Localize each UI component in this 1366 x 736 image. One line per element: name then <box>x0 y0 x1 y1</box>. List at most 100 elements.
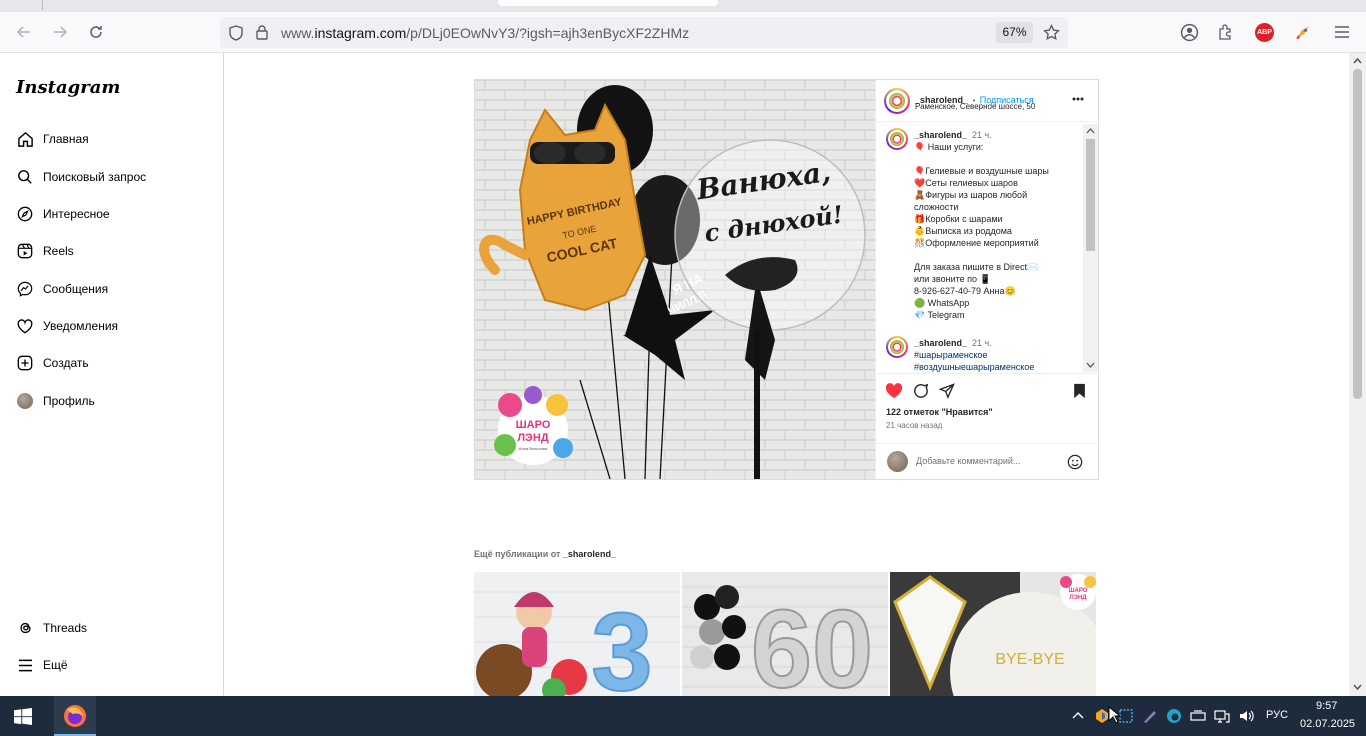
caption-line: 🎈Гелиевые и воздушные шары <box>914 166 1049 176</box>
scroll-down-icon[interactable] <box>1086 362 1095 369</box>
windows-start-icon[interactable] <box>14 708 32 725</box>
firefox-taskbar-button[interactable] <box>54 696 96 736</box>
comment-time: 21 ч. <box>972 338 992 348</box>
grid-text-1: 3 <box>591 591 652 696</box>
threads-icon <box>16 619 34 637</box>
emoji-icon[interactable] <box>1067 454 1083 470</box>
caption-scroll-thumb[interactable] <box>1086 139 1095 251</box>
edge-icon[interactable] <box>1166 708 1182 724</box>
zoom-level[interactable]: 67% <box>996 22 1033 43</box>
sidebar-item-profile[interactable]: Профиль <box>16 389 95 413</box>
avatar <box>16 392 34 410</box>
active-tab[interactable] <box>498 0 718 6</box>
caption-line: ❤️Сеты гелиевых шаров <box>914 178 1018 188</box>
url-text[interactable]: www.instagram.com/p/DLj0EOwNvY3/?igsh=aj… <box>281 25 689 41</box>
more-options-icon[interactable] <box>1072 97 1084 101</box>
post-photo[interactable]: HAPPY BIRTHDAY TO ONE COOL CAT Я НА ЧИЛЛ… <box>475 80 875 479</box>
more-posts-username[interactable]: _sharolend_ <box>563 549 616 559</box>
scroll-up-icon[interactable] <box>1086 127 1095 134</box>
pen-icon[interactable] <box>1142 708 1158 724</box>
tab-separator <box>42 0 43 10</box>
arrow-right-icon <box>54 26 68 38</box>
caption-line: 🧸Фигуры из шаров любой <box>914 190 1028 200</box>
comment-username[interactable]: _sharolend_ <box>914 338 967 348</box>
volume-icon[interactable] <box>1238 708 1254 724</box>
shield-icon[interactable] <box>228 25 244 41</box>
sidebar-item-reels[interactable]: Reels <box>16 239 74 263</box>
caption-scrollbar[interactable] <box>1083 124 1098 372</box>
grid-photo-3: BYE-BYE ШАРО ЛЭНД <box>890 572 1096 696</box>
arrow-left-icon <box>16 26 30 38</box>
comment-avatar[interactable] <box>886 336 908 358</box>
home-icon <box>16 130 34 148</box>
caption-username[interactable]: _sharolend_ <box>914 130 967 140</box>
instagram-logo[interactable]: Instagram <box>16 77 120 98</box>
grid-post-3[interactable]: BYE-BYE ШАРО ЛЭНД <box>890 572 1096 696</box>
sidebar-item-explore[interactable]: Интересное <box>16 202 110 226</box>
sidebar-item-messages[interactable]: Сообщения <box>16 277 108 301</box>
tray-overflow-icon[interactable] <box>1072 711 1084 719</box>
sidebar-item-search[interactable]: Поисковый запрос <box>16 165 146 189</box>
caption-line: 🟢 WhatsApp <box>914 298 970 308</box>
snipping-tool-icon[interactable] <box>1118 708 1134 724</box>
add-comment-bar: Добавьте комментарий... <box>876 443 1099 479</box>
like-heart-icon[interactable] <box>885 383 903 399</box>
hamburger-menu-icon[interactable] <box>1334 25 1350 39</box>
sidebar-item-label: Главная <box>43 132 89 146</box>
adblock-plus-icon[interactable]: ABP <box>1255 23 1274 42</box>
comment-input[interactable]: Добавьте комментарий... <box>916 456 1020 466</box>
hashtag-link[interactable]: #шарыраменское <box>914 350 987 360</box>
back-button[interactable] <box>12 20 36 44</box>
grid-post-1[interactable]: 3 <box>474 572 680 696</box>
bookmark-star-icon[interactable] <box>1043 24 1060 41</box>
clock-date[interactable]: 02.07.2025 <box>1300 718 1355 730</box>
grid-logo-2: ЛЭНД <box>1069 595 1087 601</box>
saved-bookmark-icon[interactable] <box>1073 383 1086 399</box>
tab-strip <box>0 0 1366 12</box>
caption-line: Для заказа пишите в Direct✉️ <box>914 262 1039 272</box>
page-scrollbar[interactable] <box>1349 53 1366 696</box>
clock-time[interactable]: 9:57 <box>1316 700 1337 712</box>
likes-count[interactable]: 122 отметок "Нравится" <box>886 407 993 417</box>
scroll-down-icon[interactable] <box>1353 684 1362 691</box>
sidebar-item-notifications[interactable]: Уведомления <box>16 314 118 338</box>
caption-line: 🎈 Наши услуги: <box>914 142 984 152</box>
sidebar-item-label: Reels <box>43 244 74 258</box>
caption-line: 🎊Оформление мероприятий <box>914 238 1039 248</box>
network-icon[interactable] <box>1214 708 1230 724</box>
profile-avatar[interactable] <box>884 88 910 114</box>
post-location[interactable]: Раменское, Северное шоссе, 50 <box>915 102 1035 111</box>
caption-header: _sharolend_ 21 ч. <box>914 130 992 140</box>
sidebar-item-label: Сообщения <box>43 282 109 296</box>
input-language[interactable]: РУС <box>1266 709 1288 721</box>
sidebar-item-threads[interactable]: Threads <box>16 616 87 640</box>
current-user-avatar <box>887 451 908 472</box>
logo-text-1: ШАРО <box>516 419 551 431</box>
extensions-icon[interactable] <box>1217 23 1235 41</box>
reload-button[interactable] <box>84 20 108 44</box>
caption-line: 💎 Telegram <box>914 310 965 320</box>
share-icon[interactable] <box>939 383 955 399</box>
hashtag-link[interactable]: #воздушныешарыраменское <box>914 362 1034 372</box>
address-bar[interactable]: www.instagram.com/p/DLj0EOwNvY3/?igsh=aj… <box>220 17 1068 48</box>
lock-icon[interactable] <box>255 24 269 40</box>
grid-post-2[interactable]: 60 <box>682 572 888 696</box>
comment-icon[interactable] <box>913 383 929 399</box>
post-time[interactable]: 21 часов назад <box>886 421 942 430</box>
sidebar-item-label: Ещё <box>43 658 68 672</box>
scroll-up-icon[interactable] <box>1353 57 1362 64</box>
messenger-icon <box>16 280 34 298</box>
sidebar-item-home[interactable]: Главная <box>16 127 89 151</box>
sidebar-item-create[interactable]: Создать <box>16 351 89 375</box>
battery-dock-icon[interactable] <box>1190 709 1206 723</box>
mouse-cursor-icon <box>1108 706 1120 724</box>
caption-avatar[interactable] <box>886 128 908 150</box>
post-card: HAPPY BIRTHDAY TO ONE COOL CAT Я НА ЧИЛЛ… <box>474 79 1099 480</box>
rocket-icon[interactable] <box>1294 23 1313 42</box>
forward-button[interactable] <box>48 20 72 44</box>
page-scroll-thumb[interactable] <box>1353 69 1362 399</box>
account-icon[interactable] <box>1180 23 1199 42</box>
grid-photo-2: 60 <box>682 572 888 696</box>
sidebar-item-more[interactable]: Ещё <box>16 653 68 677</box>
sidebar-item-label: Создать <box>43 356 89 370</box>
